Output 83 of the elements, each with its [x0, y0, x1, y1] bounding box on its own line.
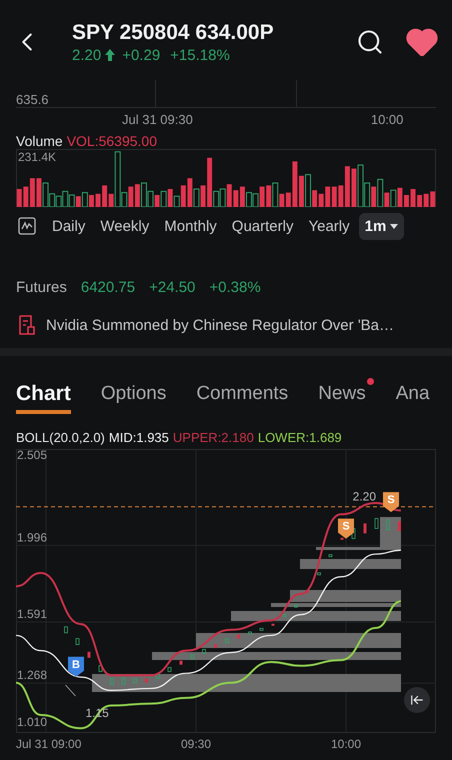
annotation: B — [72, 658, 80, 671]
y-axis-label: 1.591 — [17, 607, 48, 622]
time-axis-label: Jul 31 09:30 — [122, 112, 193, 127]
price-change: +0.29 — [122, 46, 160, 64]
contract-title: SPY 250804 634.00P — [72, 20, 275, 44]
candlestick — [398, 521, 401, 532]
candlestick — [306, 590, 309, 593]
candlestick — [98, 665, 102, 672]
y-axis-label: 1.010 — [17, 715, 48, 729]
candlestick — [272, 624, 274, 626]
collapse-button[interactable] — [404, 687, 430, 713]
candlestick — [260, 628, 264, 631]
price-axis-label: 635.6 — [16, 92, 49, 107]
candlestick — [214, 644, 217, 648]
x-axis-label: 10:00 — [330, 737, 362, 751]
candlestick — [294, 604, 298, 608]
section-tab[interactable]: Ana — [396, 382, 430, 414]
leader-line — [65, 684, 76, 696]
time-axis-label: 10:00 — [370, 112, 404, 127]
candlestick — [352, 528, 356, 539]
candlestick — [180, 660, 182, 665]
candlestick — [386, 519, 390, 530]
chart-type-button[interactable] — [18, 217, 36, 235]
section-tab[interactable]: Comments — [196, 382, 288, 414]
candlestick — [202, 649, 206, 654]
futures-price: 6420.75 — [80, 279, 136, 296]
up-arrow-icon — [105, 49, 116, 61]
last-price: 2.20 — [72, 46, 102, 64]
candlestick — [374, 518, 378, 529]
period-tab[interactable]: Quarterly — [226, 212, 300, 240]
y-axis-label: 2.505 — [17, 449, 48, 462]
candlestick — [364, 523, 366, 534]
period-tab[interactable]: 1m — [358, 212, 404, 240]
last-price-label: 2.20 — [352, 490, 376, 504]
candlestick — [328, 554, 332, 558]
period-tab[interactable]: Yearly — [302, 212, 356, 240]
y-axis-label: 1.268 — [17, 668, 48, 682]
period-tab[interactable]: Weekly — [94, 212, 156, 240]
sell-marker: S — [338, 518, 354, 539]
section-tab[interactable]: News — [318, 382, 366, 414]
candlestick — [76, 638, 80, 645]
candlestick — [248, 632, 252, 634]
buy-marker: B — [68, 656, 84, 677]
candlestick — [282, 614, 286, 617]
candlestick — [122, 678, 126, 684]
candlestick — [225, 638, 229, 644]
period-tab[interactable]: Daily — [46, 212, 92, 240]
arrow-to-line-icon — [410, 693, 424, 707]
search-button[interactable] — [356, 28, 384, 56]
volume-max-label: 231.4K — [18, 150, 56, 164]
section-tab[interactable]: Options — [100, 382, 166, 414]
futures-percent: +0.38% — [209, 279, 261, 296]
volume-label: Volume — [16, 133, 63, 149]
search-icon — [356, 28, 384, 56]
indicator-name: BOLL(20.0,2.0) — [16, 430, 105, 445]
favorite-button[interactable] — [406, 28, 438, 56]
indicator-reading: UPPER:2.180 — [172, 430, 254, 445]
futures-change: +24.50 — [149, 279, 196, 296]
candlestick — [145, 678, 148, 683]
candlestick — [88, 652, 90, 658]
candlestick — [237, 634, 240, 639]
period-tab[interactable]: Monthly — [158, 212, 223, 240]
news-headline[interactable]: Nvidia Summoned by Chinese Regulator Over 'Ba… — [46, 316, 394, 334]
sell-marker: S — [383, 492, 399, 512]
candlestick — [168, 667, 172, 672]
volume-reading: VOL:56395.00 — [66, 133, 157, 149]
annotation: S — [387, 494, 395, 506]
futures-label: Futures — [16, 279, 67, 296]
document-icon — [18, 315, 36, 335]
line-chart-icon — [18, 217, 36, 235]
candlestick — [317, 572, 321, 576]
heart-icon — [406, 28, 438, 56]
x-axis-label: Jul 31 09:00 — [16, 737, 82, 751]
y-axis-label: 1.996 — [17, 530, 48, 544]
percent-change: +15.18% — [170, 46, 230, 64]
annotation: S — [342, 520, 350, 533]
indicator-reading: MID:1.935 — [108, 430, 169, 445]
candlestick — [156, 674, 160, 679]
candlestick — [190, 654, 194, 660]
candlestick — [133, 678, 137, 684]
section-tab[interactable]: Chart — [16, 382, 71, 414]
x-axis-label: 09:30 — [180, 737, 212, 751]
indicator-reading: LOWER:1.689 — [258, 430, 342, 445]
